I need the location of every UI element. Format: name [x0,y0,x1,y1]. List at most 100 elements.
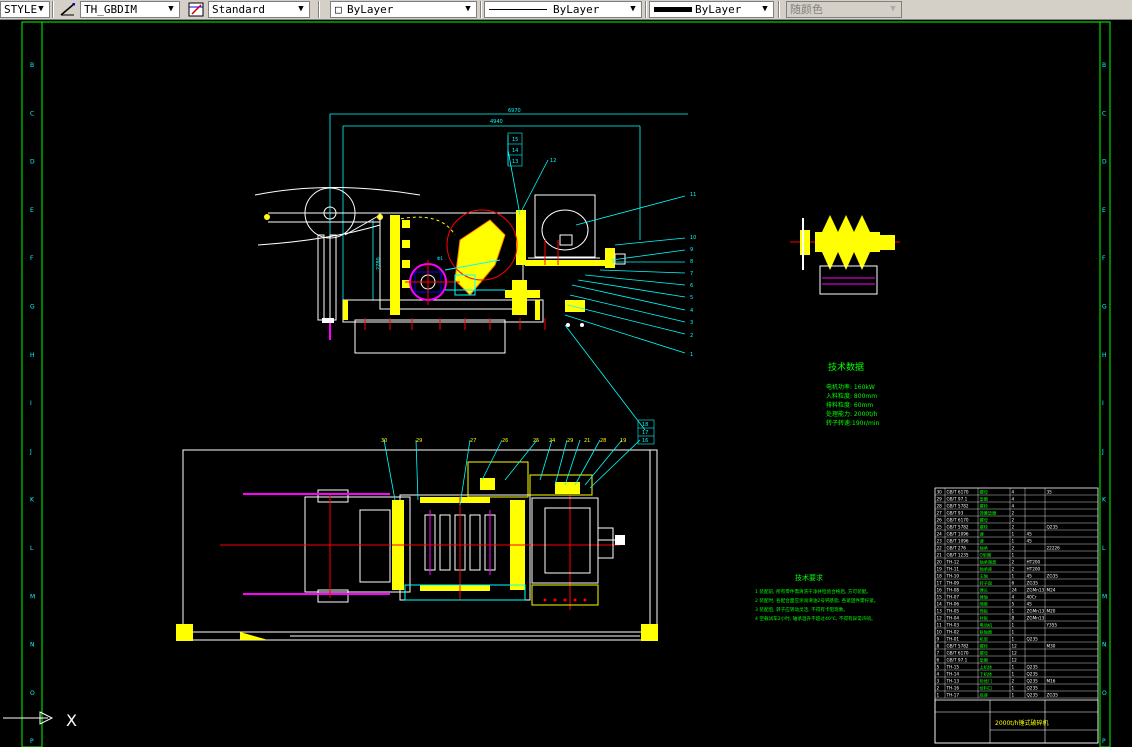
bom-cell: GB/T 5782 [947,504,969,509]
bom-cell: 机架 [980,636,988,643]
front-leaders [507,135,686,431]
bom-cell: 4 [1012,490,1015,495]
bom-cell: 30 [937,490,943,495]
svg-text:4940: 4940 [490,119,503,125]
bom-cell: 7 [937,651,940,656]
front-leader-labels: 1 2 3 4 5 6 7 8 9 10 11 [690,192,696,358]
bom-cell: 12 [1012,651,1018,656]
grid-label: P [1102,738,1106,745]
bom-cell: 1 [1012,609,1015,614]
leader-label: 15 [512,137,518,143]
bom-cell: 垫圈 [980,657,988,664]
leader-label: 9 [690,247,693,253]
table-style-dropdown[interactable]: Standard ▼ [208,1,310,18]
plot-style-dropdown[interactable]: 随颜色 ▼ [786,1,902,18]
plan-motor [531,497,625,584]
bom-cell: HT200 [1027,567,1041,572]
bom-cell: TH-15 [946,665,960,670]
bom-cell: 27 [937,511,943,516]
bom-cell: 筛板 [980,608,989,615]
chevron-down-icon: ▼ [890,4,896,14]
leader-label: 29 [416,438,422,444]
bom-cell: 4 [1012,497,1015,502]
bom-cell: GB/T 1235 [947,553,969,558]
grid-label: O [1102,690,1107,697]
bom-cell: 4 [1012,504,1015,509]
grid-label: F [1102,255,1106,262]
leader-label: 30 [381,438,387,444]
bom-cell: 轴承端盖 [980,559,997,566]
bom-cell: 锤轴 [980,594,988,601]
plot-style-value: 随颜色 [790,3,823,16]
bom-cell: 1 [1012,672,1015,677]
grid-label: M [1102,593,1107,600]
chevron-down-icon: ▼ [630,4,636,14]
linetype-value: ByLayer [553,3,600,16]
leader-label: 1 [690,352,693,358]
tech-req-title: 技术要求 [795,573,823,582]
lineweight-dropdown[interactable]: ByLayer ▼ [649,1,774,18]
grid-label: K [30,497,35,504]
bom-cell: Q235 [1027,693,1039,698]
bom-cell: 11 [937,623,943,628]
bom-cell: HT200 [1027,560,1041,565]
tech-req-line: 2 装配时, 各配合面应涂润滑油2号钙基脂, 各紧固件需拧紧。 [755,597,878,604]
bom-cell: GB/T 276 [947,546,967,551]
bom-cell: Q235 [1047,525,1059,530]
bom-cell: 40Cr [1027,595,1037,600]
grid-label: L [1102,545,1106,552]
bom-cell: GB/T 5782 [947,644,969,649]
bom-cell: 1 [1012,637,1015,642]
bom-cell: 主轴 [980,573,988,580]
grid-label: N [30,642,35,649]
grid-label: J [1101,448,1104,455]
bom-cell: GB/T 6170 [947,518,969,523]
leader-label: 17 [642,430,648,436]
table-style-icon[interactable] [186,1,206,18]
table-style-value: Standard [212,3,265,16]
plan-view: 30 29 27 26 25 24 29 21 28 19 18 17 16 [176,419,658,641]
bom-cell: GB/T 5782 [947,525,969,530]
leader-label: 5 [690,295,693,301]
bom-cell: 2 [1012,567,1015,572]
grid-label: G [1102,304,1107,311]
bom-cell: 轴承座 [980,566,993,573]
grid-label: I [30,400,32,407]
bom-cell: 垫圈 [980,496,988,503]
bom-cell: Q235 [1027,686,1039,691]
dimension-style-icon[interactable] [58,1,78,18]
bom-cell: ZGMn13 [1027,609,1045,614]
tech-spec-line: 处理能力: 2000t/h [826,410,878,418]
bom-cell: GB/T 97.1 [947,497,968,502]
chevron-down-icon: ▼ [465,4,471,14]
grid-label: E [30,207,34,214]
grid-label: C [1102,110,1106,117]
bom-cell: TH-09 [946,581,960,586]
chevron-down-icon: ▼ [762,4,768,14]
ucs-icon: X [3,711,77,730]
dim-style-dropdown[interactable]: TH_GBDIM ▼ [80,1,180,18]
text-style-dropdown[interactable]: STYLE ▼ [0,1,50,18]
bom-cell: 21 [937,553,943,558]
lineweight-value: ByLayer [695,3,742,16]
grid-label: G [30,304,35,311]
bom-cell: 26 [937,518,943,523]
linetype-dropdown[interactable]: ByLayer ▼ [484,1,642,18]
front-dimensions [329,113,688,300]
grid-label: M [30,593,35,600]
bom-cell: 底座 [980,692,988,699]
leader-label: 3 [690,320,693,326]
grid-label: B [30,62,34,69]
bom-cell: 45 [1027,532,1033,537]
bom-cell: 24 [937,532,943,537]
tech-spec-line: 排料粒度: 60mm [826,401,873,409]
bom-cell: 1 [1012,630,1015,635]
bom-cell: 螺栓 [980,643,989,650]
bom-cell: TH-14 [946,672,960,677]
leader-label: 25 [533,438,539,444]
drawing-canvas[interactable]: BCDEFGHIJKLMNOP BCDEFGHIJKLMNOP 6970 494… [0,20,1132,747]
layer-color-dropdown[interactable]: □ ByLayer ▼ [330,1,477,18]
bom-cell: 19 [937,567,943,572]
bom-cell: 12 [1012,644,1018,649]
bom-cell: Q235 [1027,637,1039,642]
